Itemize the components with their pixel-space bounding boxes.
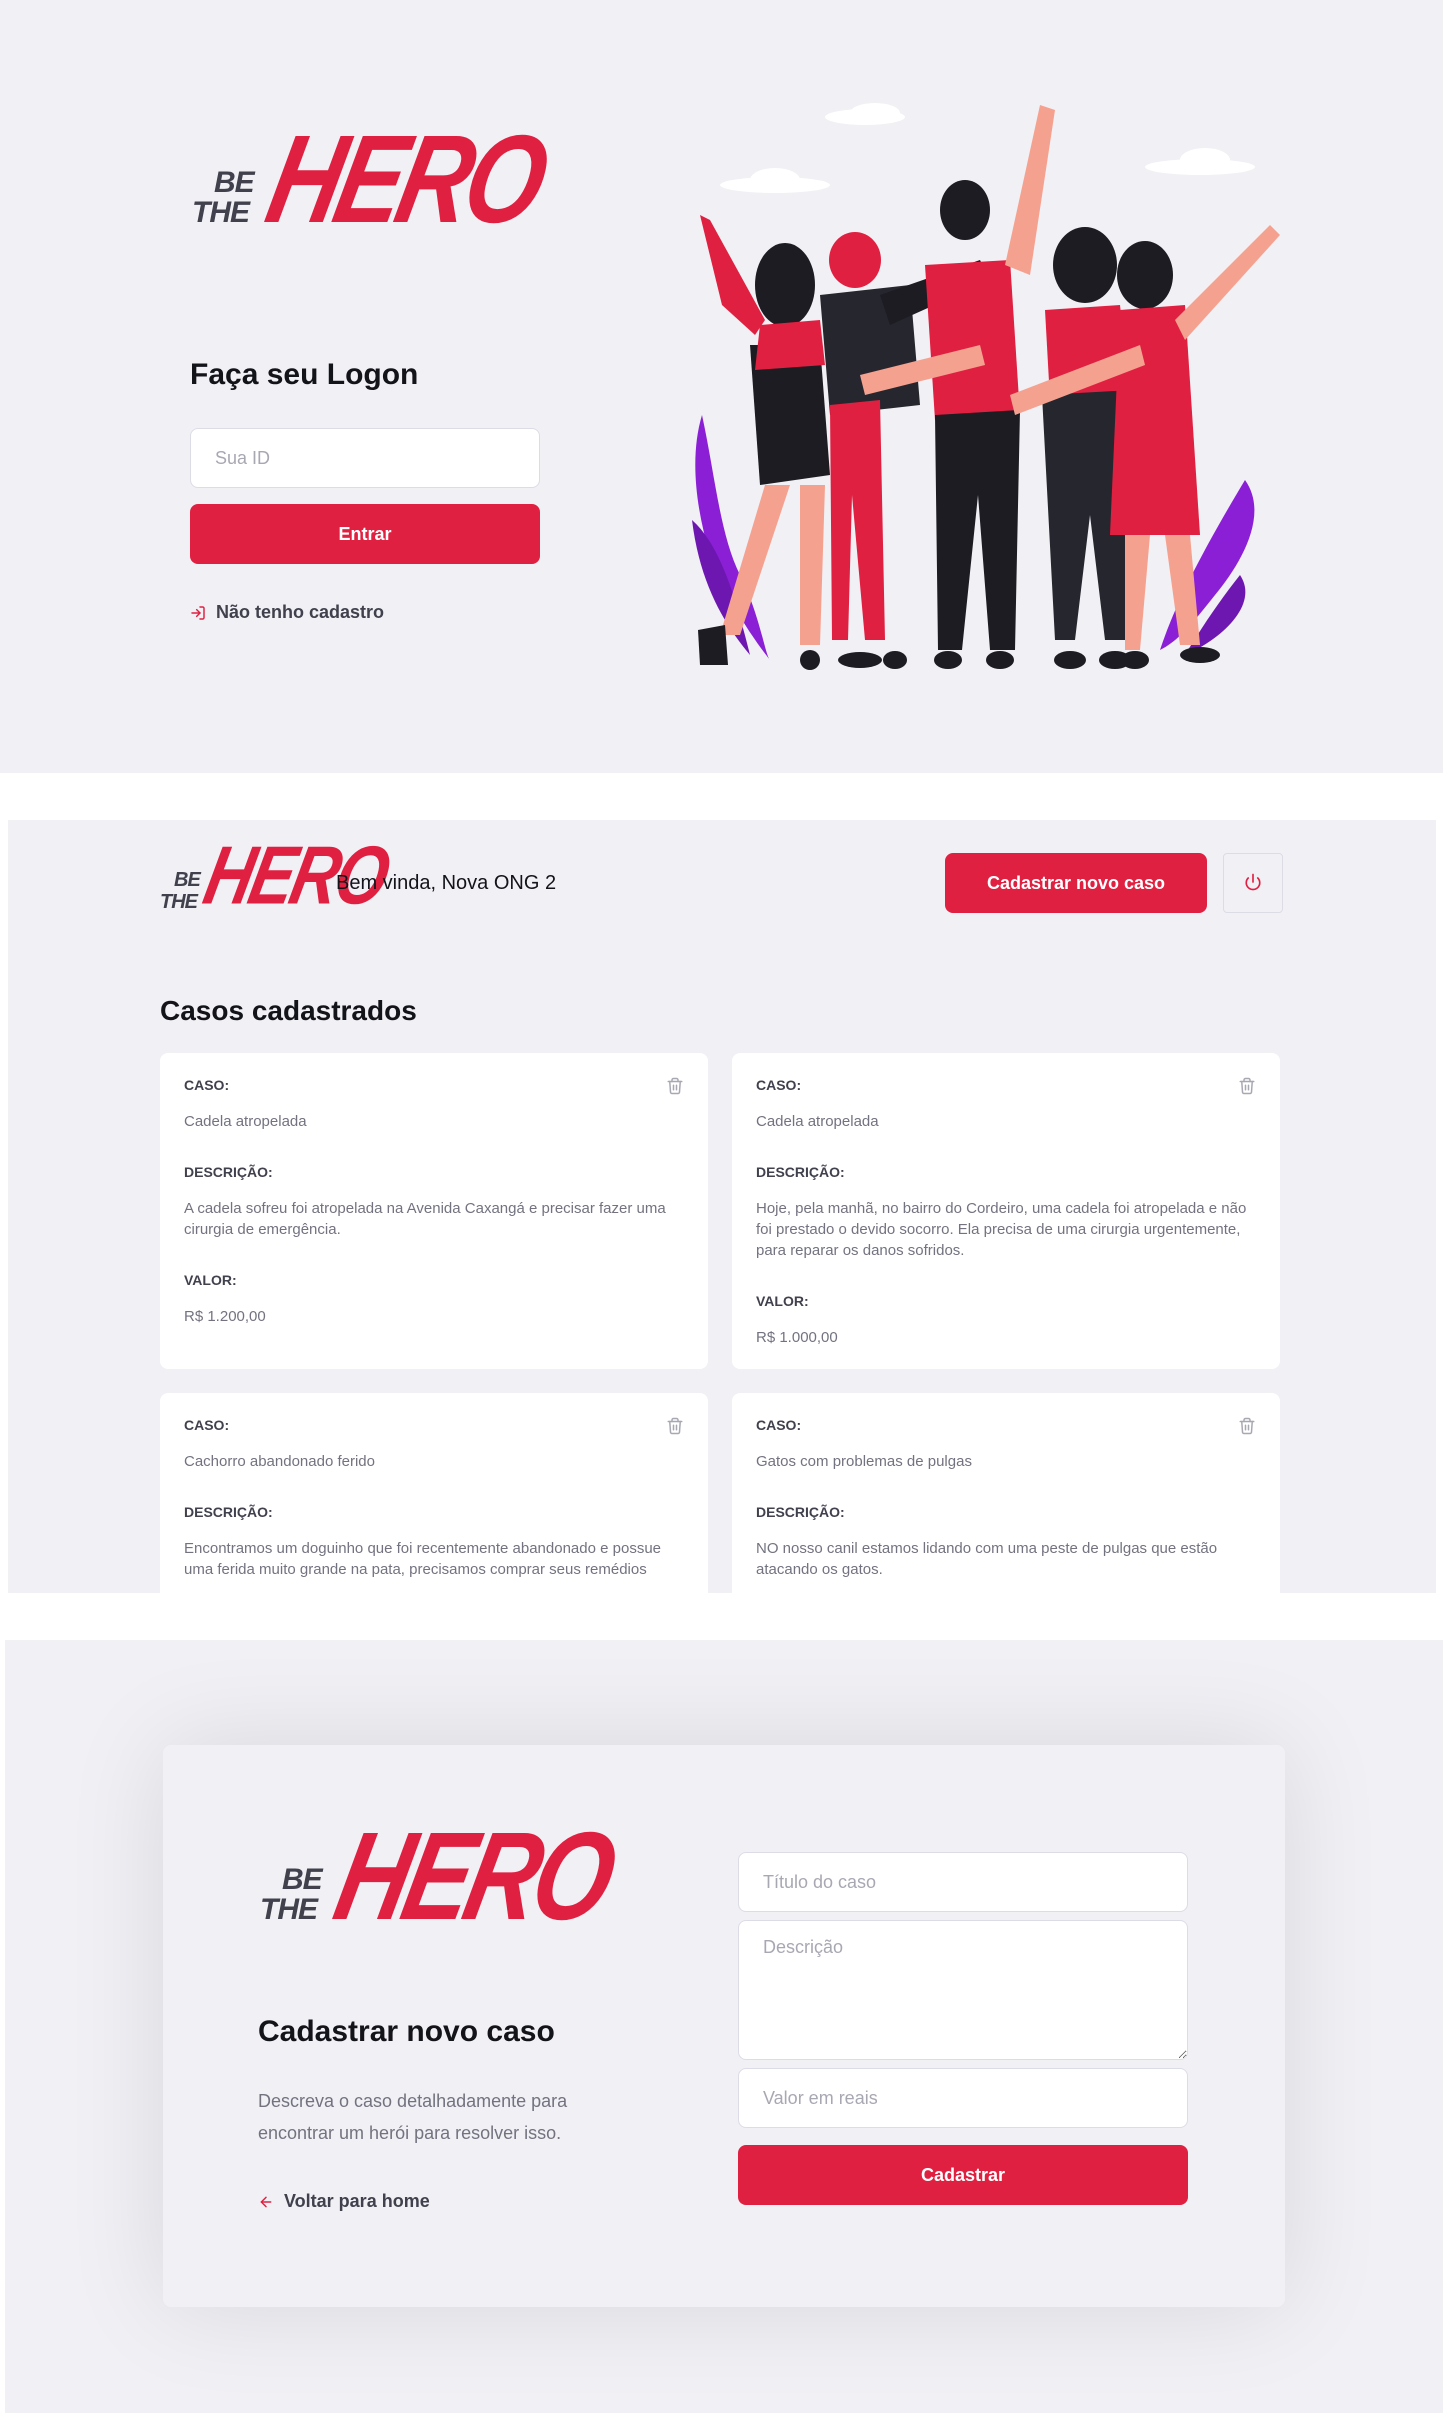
logon-title: Faça seu Logon [190, 358, 419, 391]
trash-icon [666, 1077, 684, 1098]
new-incident-screen: BE THE HERO Cadastrar novo caso Descreva… [5, 1640, 1443, 2413]
description-label: DESCRIÇÃO: [184, 1504, 273, 1520]
case-description: A cadela sofreu foi atropelada na Avenid… [184, 1200, 666, 1238]
case-label: CASO: [756, 1077, 802, 1093]
back-home-label: Voltar para home [284, 2191, 430, 2211]
logo-the-text: THE [260, 1893, 318, 1926]
case-card: CASO: Cadela atropelada DESCRIÇÃO: A cad… [160, 1053, 708, 1369]
case-description: Encontramos um doguinho que foi recentem… [184, 1540, 662, 1578]
case-title: Cachorro abandonado ferido [184, 1453, 375, 1470]
description-label: DESCRIÇÃO: [184, 1164, 273, 1180]
register-case-button[interactable]: Cadastrar [738, 2145, 1188, 2205]
trash-icon [1238, 1417, 1256, 1438]
cases-list-title: Casos cadastrados [160, 995, 417, 1026]
logo-hero-text: HERO [324, 1806, 624, 1947]
case-card: CASO: Cadela atropelada DESCRIÇÃO: Hoje,… [732, 1053, 1280, 1369]
heroes-group-illustration [692, 103, 1280, 670]
new-incident-description: Descreva o caso detalhadamente para enco… [258, 2091, 568, 2143]
logo-be-text: BE [174, 869, 201, 891]
be-the-hero-logo: BE THE HERO [160, 829, 395, 925]
case-title: Cadela atropelada [184, 1113, 307, 1130]
description-label: DESCRIÇÃO: [756, 1504, 845, 1520]
case-description: NO nosso canil estamos lidando com uma p… [756, 1540, 1218, 1578]
new-incident-panel: BE THE HERO Cadastrar novo caso Descreva… [163, 1745, 1285, 2307]
login-button[interactable]: Entrar [190, 504, 540, 564]
register-link[interactable]: Não tenho cadastro [190, 602, 384, 623]
logo-the-text: THE [160, 891, 198, 913]
delete-case-button[interactable] [666, 1417, 684, 1438]
case-label: CASO: [756, 1417, 802, 1433]
be-the-hero-logo: BE THE HERO [190, 110, 555, 255]
register-link-label: Não tenho cadastro [216, 602, 385, 622]
logout-button[interactable] [1223, 853, 1283, 913]
welcome-text: Bem vinda, Nova ONG 2 [336, 872, 557, 894]
logo-be-text: BE [214, 166, 255, 199]
description-label: DESCRIÇÃO: [756, 1164, 845, 1180]
case-title-input[interactable] [738, 1852, 1188, 1912]
delete-case-button[interactable] [1238, 1077, 1256, 1098]
case-card: CASO: Cachorro abandonado ferido DESCRIÇ… [160, 1393, 708, 1593]
profile-screen: BE THE HERO Bem vinda, Nova ONG 2 Cadast… [8, 820, 1436, 1593]
delete-case-button[interactable] [1238, 1417, 1256, 1438]
case-label: CASO: [184, 1417, 230, 1433]
delete-case-button[interactable] [666, 1077, 684, 1098]
new-case-button[interactable]: Cadastrar novo caso [945, 853, 1207, 913]
trash-icon [1238, 1077, 1256, 1098]
power-icon [1244, 873, 1262, 894]
value-label: VALOR: [756, 1293, 809, 1309]
ong-id-input[interactable] [190, 428, 540, 488]
arrow-left-icon [258, 2194, 274, 2210]
new-incident-title: Cadastrar novo caso [258, 2015, 555, 2048]
case-value: R$ 1.200,00 [184, 1308, 266, 1325]
back-home-link[interactable]: Voltar para home [258, 2191, 430, 2212]
logo-be-text: BE [282, 1863, 323, 1896]
value-label: VALOR: [184, 1272, 237, 1288]
case-value: R$ 1.000,00 [756, 1329, 838, 1346]
case-label: CASO: [184, 1077, 230, 1093]
case-title: Cadela atropelada [756, 1113, 879, 1130]
case-description-input[interactable] [738, 1920, 1188, 2060]
be-the-hero-logo: BE THE HERO [258, 1807, 623, 1952]
logo-the-text: THE [192, 196, 250, 229]
logo-hero-text: HERO [256, 109, 556, 250]
log-in-icon [190, 605, 206, 621]
case-card: CASO: Gatos com problemas de pulgas DESC… [732, 1393, 1280, 1593]
trash-icon [666, 1417, 684, 1438]
case-title: Gatos com problemas de pulgas [756, 1453, 972, 1470]
case-description: Hoje, pela manhã, no bairro do Cordeiro,… [756, 1200, 1247, 1259]
logon-screen: BE THE HERO Faça seu Logon Entrar Não te… [0, 0, 1443, 773]
case-value-input[interactable] [738, 2068, 1188, 2128]
